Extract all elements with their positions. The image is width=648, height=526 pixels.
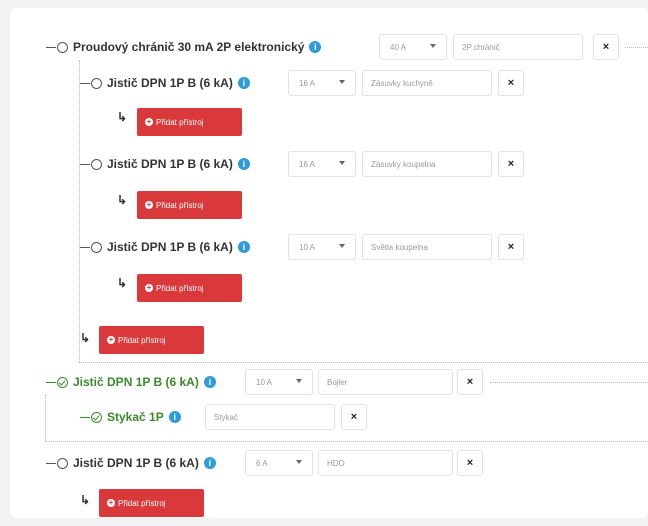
info-icon[interactable]: i (237, 77, 250, 89)
chevron-down-icon (430, 44, 436, 48)
circle-icon (91, 158, 102, 170)
rating-value: 10 A (256, 378, 273, 387)
tree-connector (80, 246, 90, 248)
b3-row: Jistič DPN 1P B (6 kA) i (80, 234, 250, 260)
device-label: Stykač 1P (107, 410, 164, 424)
chevron-down-icon (339, 80, 345, 84)
tree-connector (46, 381, 56, 383)
tree-connector (46, 46, 56, 48)
rating-value: 40 A (390, 43, 407, 52)
plus-icon: + (145, 283, 153, 292)
rcd-group-guide-bottom (79, 362, 648, 363)
chevron-down-icon (339, 161, 345, 165)
plus-icon: + (107, 498, 115, 507)
rating-select[interactable]: 16 A (288, 70, 356, 96)
circle-icon (91, 241, 102, 253)
add-device-button[interactable]: + Přidat přístroj (99, 489, 204, 517)
add-arrow-icon: ↳ (80, 331, 91, 345)
rating-select[interactable]: 40 A (379, 34, 447, 60)
rcd-group-guide (79, 60, 80, 362)
remove-button[interactable]: × (457, 450, 483, 476)
rcd-row-guide (625, 47, 648, 48)
chevron-down-icon (296, 460, 302, 464)
rcd-row: Proudový chránič 30 mA 2P elektronický i (46, 34, 322, 60)
check-circle-icon (57, 376, 68, 388)
add-device-button[interactable]: + Přidat přístroj (137, 274, 242, 302)
chevron-down-icon (339, 244, 345, 248)
remove-button[interactable]: × (593, 34, 619, 60)
circuit-name-input[interactable]: Světla koupelna (362, 234, 492, 260)
circuit-name-input[interactable]: 2P chránič (453, 34, 583, 60)
circle-icon (57, 41, 68, 53)
rating-select[interactable]: 16 A (288, 151, 356, 177)
plus-icon: + (145, 200, 153, 209)
info-icon[interactable]: i (237, 241, 250, 253)
rating-value: 16 A (299, 160, 316, 169)
b2-row: Jistič DPN 1P B (6 kA) i (80, 151, 250, 177)
rating-value: 10 A (299, 243, 316, 252)
check-circle-icon (91, 411, 102, 423)
add-device-label: Přidat přístroj (156, 200, 204, 210)
b4-group-guide-bottom (45, 441, 648, 442)
rating-select[interactable]: 10 A (245, 369, 313, 395)
circuit-name-input[interactable]: Stykač (205, 404, 335, 430)
info-icon[interactable]: i (237, 158, 250, 170)
add-arrow-icon: ↳ (80, 493, 91, 507)
chevron-down-icon (296, 379, 302, 383)
circuit-name-input[interactable]: Zásuvky kuchyně (362, 70, 492, 96)
rating-select[interactable]: 6 A (245, 450, 313, 476)
add-device-label: Přidat přístroj (156, 283, 204, 293)
circuit-name-input[interactable]: HDO (318, 450, 453, 476)
add-arrow-icon: ↳ (117, 193, 128, 207)
info-icon[interactable]: i (203, 457, 216, 469)
add-device-button[interactable]: + Přidat přístroj (137, 108, 242, 136)
rating-select[interactable]: 10 A (288, 234, 356, 260)
tree-connector (46, 462, 56, 464)
add-arrow-icon: ↳ (117, 110, 128, 124)
add-device-label: Přidat přístroj (118, 335, 166, 345)
rating-value: 6 A (256, 459, 268, 468)
info-icon[interactable]: i (203, 376, 216, 388)
contactor-row: Stykač 1P i (80, 404, 181, 430)
add-device-button[interactable]: + Přidat přístroj (137, 191, 242, 219)
b4-row-guide (490, 382, 648, 383)
remove-button[interactable]: × (457, 369, 483, 395)
remove-button[interactable]: × (498, 151, 524, 177)
device-label: Jistič DPN 1P B (6 kA) (107, 240, 233, 254)
device-label: Proudový chránič 30 mA 2P elektronický (73, 40, 305, 54)
circle-icon (57, 457, 68, 469)
b5-row: Jistič DPN 1P B (6 kA) i (46, 450, 216, 476)
circuit-name-input[interactable]: Bojler (318, 369, 453, 395)
circle-icon (91, 77, 102, 89)
info-icon[interactable]: i (168, 411, 181, 423)
plus-icon: + (107, 335, 115, 344)
circuit-name-input[interactable]: Zásuvky koupelna (362, 151, 492, 177)
plus-icon: + (145, 117, 153, 126)
rating-value: 16 A (299, 79, 316, 88)
b4-group-guide (45, 395, 46, 441)
device-label: Jistič DPN 1P B (6 kA) (73, 456, 199, 470)
add-device-label: Přidat přístroj (156, 117, 204, 127)
tree-connector (80, 163, 90, 165)
b4-row: Jistič DPN 1P B (6 kA) i (46, 369, 216, 395)
tree-connector (80, 82, 90, 84)
device-label: Jistič DPN 1P B (6 kA) (73, 375, 199, 389)
add-device-button[interactable]: + Přidat přístroj (99, 326, 204, 354)
device-label: Jistič DPN 1P B (6 kA) (107, 76, 233, 90)
remove-button[interactable]: × (498, 234, 524, 260)
device-label: Jistič DPN 1P B (6 kA) (107, 157, 233, 171)
tree-connector (80, 416, 90, 418)
remove-button[interactable]: × (341, 404, 367, 430)
remove-button[interactable]: × (498, 70, 524, 96)
add-arrow-icon: ↳ (117, 276, 128, 290)
info-icon[interactable]: i (309, 41, 322, 53)
b1-row: Jistič DPN 1P B (6 kA) i (80, 70, 250, 96)
add-device-label: Přidat přístroj (118, 498, 166, 508)
